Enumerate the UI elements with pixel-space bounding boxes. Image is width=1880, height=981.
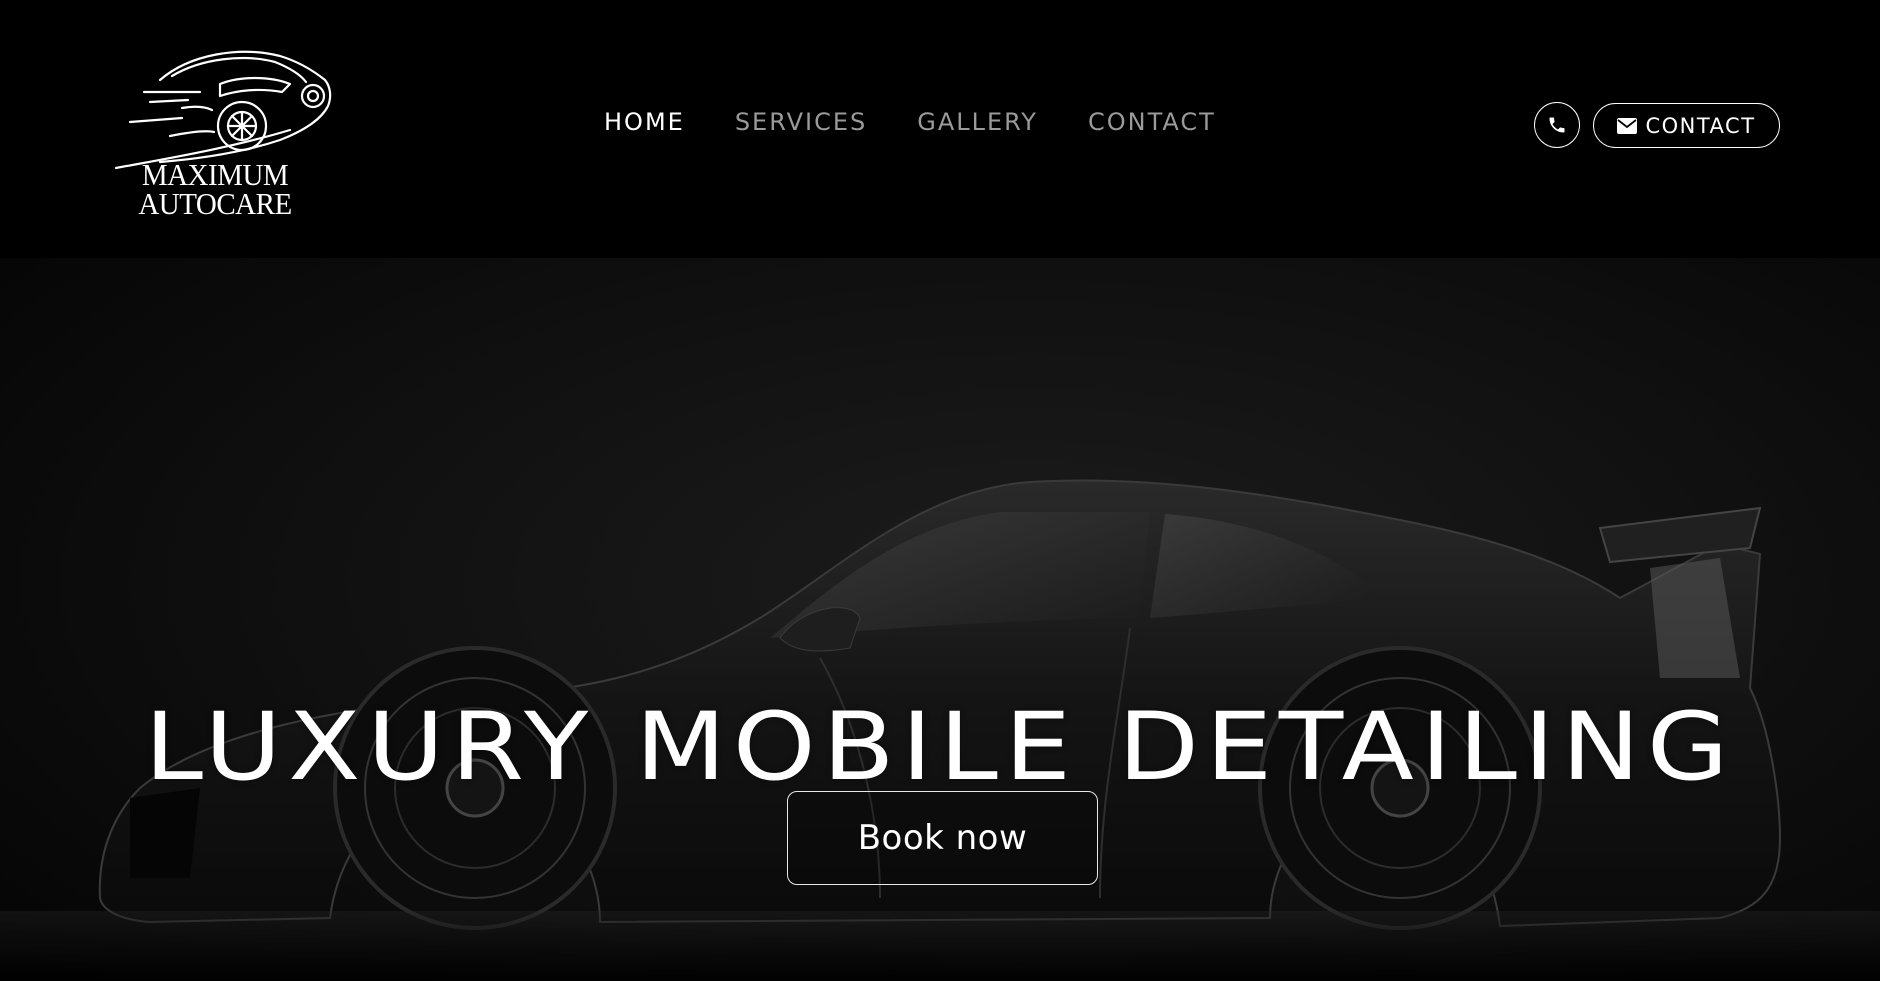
logo-line-1: MAXIMUM — [141, 158, 289, 193]
main-nav: HOME SERVICES GALLERY CONTACT — [604, 108, 1266, 136]
nav-item-gallery[interactable]: GALLERY — [917, 108, 1038, 136]
car-outline-logo-icon — [114, 50, 332, 170]
envelope-icon — [1617, 117, 1638, 134]
contact-button[interactable]: CONTACT — [1593, 103, 1780, 148]
nav-item-home[interactable]: HOME — [604, 108, 685, 136]
hero-floor — [0, 911, 1880, 981]
hero-section: LUXURY MOBILE DETAILING Book now — [0, 258, 1880, 981]
logo-line-2: AUTOCARE — [138, 187, 292, 222]
logo[interactable]: MAXIMUM AUTOCARE — [110, 40, 340, 230]
nav-item-services[interactable]: SERVICES — [735, 108, 867, 136]
page: MAXIMUM AUTOCARE HOME SERVICES GALLERY C… — [0, 0, 1880, 981]
phone-icon — [1549, 117, 1565, 133]
hero-title: LUXURY MOBILE DETAILING — [144, 692, 1736, 802]
nav-item-contact[interactable]: CONTACT — [1088, 108, 1216, 136]
contact-button-label: CONTACT — [1645, 113, 1756, 138]
book-now-button[interactable]: Book now — [787, 791, 1098, 885]
phone-button[interactable] — [1534, 102, 1580, 148]
logo-text: MAXIMUM AUTOCARE — [110, 158, 320, 222]
site-header: MAXIMUM AUTOCARE HOME SERVICES GALLERY C… — [0, 0, 1880, 258]
